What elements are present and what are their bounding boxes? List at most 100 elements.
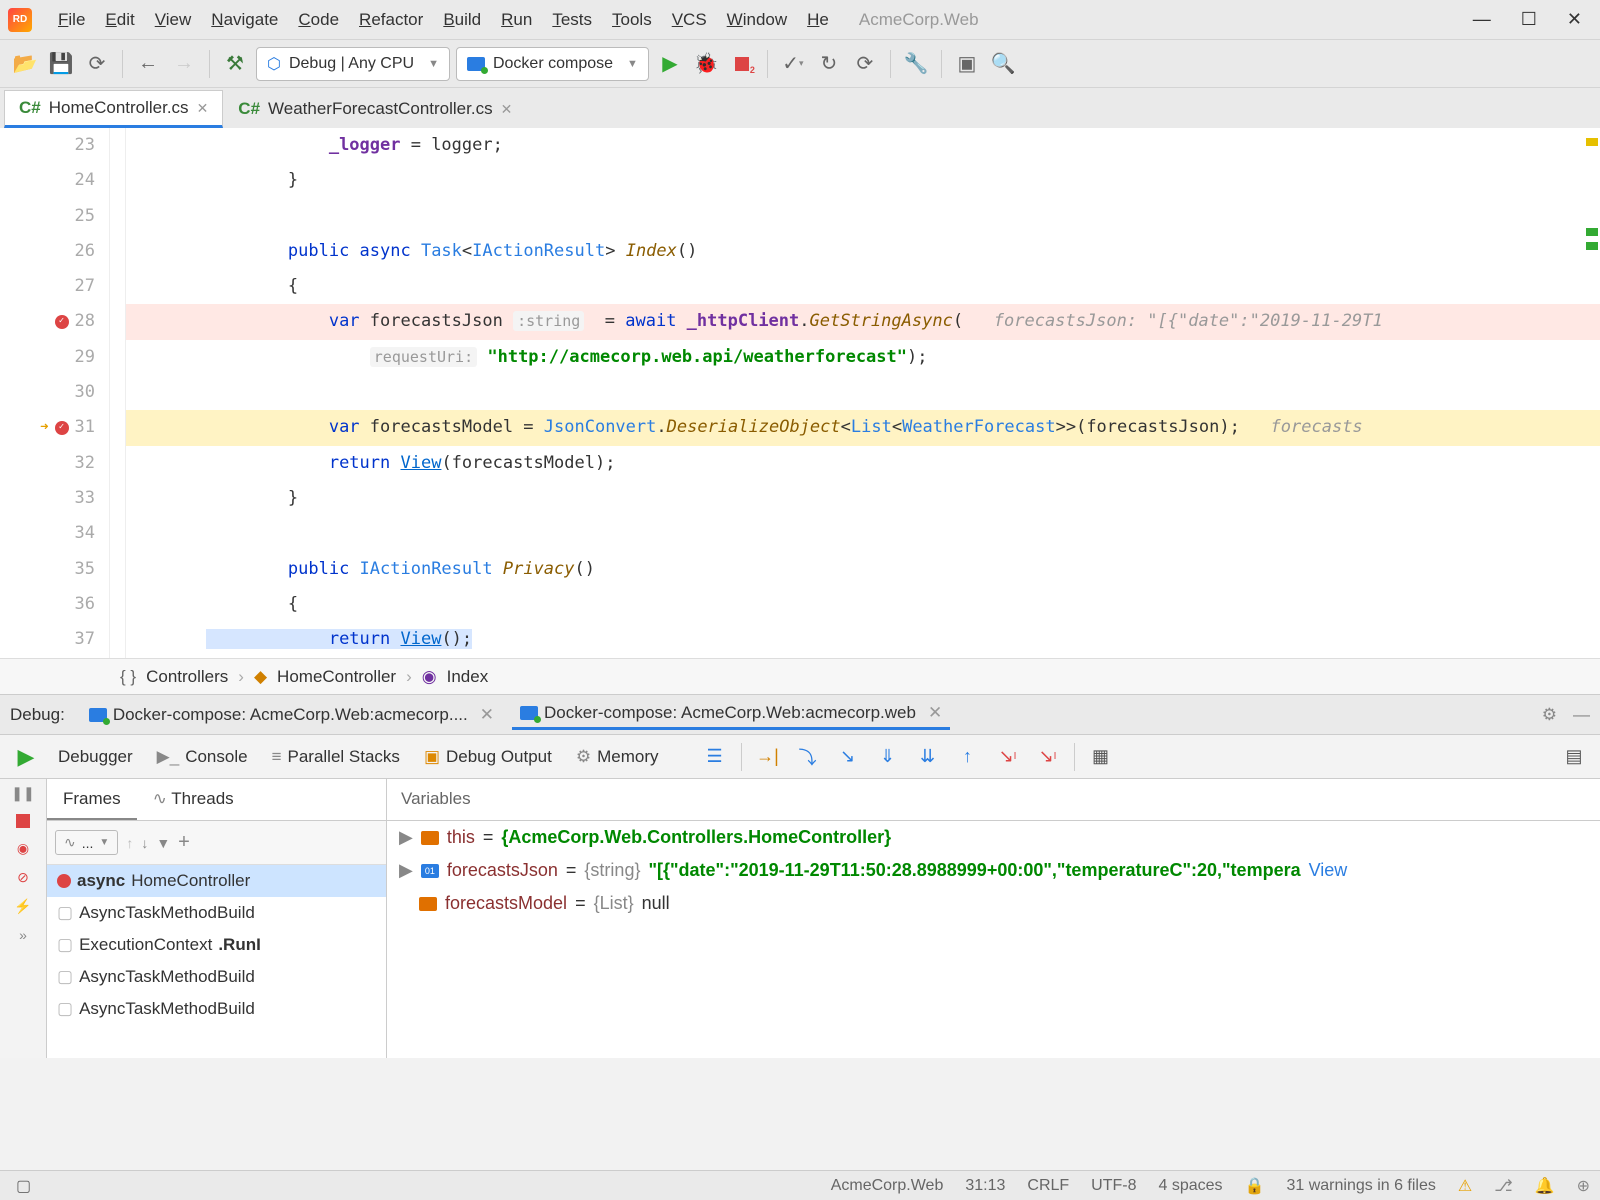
status-warnings[interactable]: 31 warnings in 6 files (1286, 1177, 1435, 1195)
menu-tests[interactable]: Tests (542, 6, 602, 34)
add-icon[interactable]: + (178, 831, 190, 854)
pause-icon[interactable]: ❚❚ (11, 785, 34, 802)
stack-frame[interactable]: async HomeController (47, 865, 386, 897)
menu-navigate[interactable]: Navigate (201, 6, 288, 34)
menu-vcs[interactable]: VCS (662, 6, 717, 34)
step-out-icon[interactable]: ↑ (950, 739, 986, 775)
run-to-cursor-icon[interactable]: ↘I (990, 739, 1026, 775)
open-icon[interactable]: 📂 (10, 49, 40, 79)
close-button[interactable]: ✕ (1567, 9, 1582, 30)
stack-frame[interactable]: ▢ ExecutionContext.RunI (47, 929, 386, 961)
code-editor[interactable]: 2324252627✓282930➜✓31323334353637 _logge… (0, 128, 1600, 658)
debug-session-tab[interactable]: Docker-compose: AcmeCorp.Web:acmecorp.we… (512, 699, 950, 730)
frames-pane: Frames ∿ Threads ∿...▼ ↑ ↓ ▼ + async Hom… (47, 779, 387, 1058)
prev-frame-icon[interactable]: ↑ (126, 835, 133, 851)
menu-run[interactable]: Run (491, 6, 542, 34)
more-icon[interactable]: » (19, 927, 27, 943)
forward-button[interactable]: → (169, 49, 199, 79)
next-frame-icon[interactable]: ↓ (141, 835, 148, 851)
debug-output-tab[interactable]: ▣Debug Output (414, 747, 562, 767)
menu-window[interactable]: Window (717, 6, 797, 34)
variable-row[interactable]: forecastsModel = {List} null (387, 887, 1600, 920)
debug-session-tab[interactable]: Docker-compose: AcmeCorp.Web:acmecorp...… (81, 699, 502, 730)
status-caret[interactable]: 31:13 (965, 1177, 1005, 1195)
menu-edit[interactable]: Edit (95, 6, 144, 34)
stack-frame[interactable]: ▢ AsyncTaskMethodBuild (47, 961, 386, 993)
update-icon[interactable]: ⟳ (850, 49, 880, 79)
menu-file[interactable]: File (48, 6, 95, 34)
target-dropdown[interactable]: Docker compose ▼ (456, 47, 649, 81)
layout-icon[interactable]: ▤ (1556, 739, 1592, 775)
debug-sidebar: ❚❚ ◉ ⊘ ⚡ » (0, 779, 47, 1058)
variables-tab[interactable]: Variables (387, 779, 1600, 821)
variables-pane: Variables ▶this = {AcmeCorp.Web.Controll… (387, 779, 1600, 1058)
resume-button[interactable]: ▶ (8, 739, 44, 775)
stack-frame[interactable]: ▢ AsyncTaskMethodBuild (47, 897, 386, 929)
mute-bp-icon[interactable]: ⊘ (17, 869, 29, 886)
parallel-stacks-tab[interactable]: ≡Parallel Stacks (262, 747, 410, 767)
variable-row[interactable]: ▶this = {AcmeCorp.Web.Controllers.HomeCo… (387, 821, 1600, 854)
close-tab-icon[interactable]: ✕ (501, 101, 513, 118)
zoom-icon[interactable]: ⊕ (1577, 1176, 1590, 1196)
wrench-icon[interactable]: 🔧 (901, 49, 931, 79)
status-encoding[interactable]: UTF-8 (1091, 1177, 1136, 1195)
run-button[interactable]: ▶ (655, 49, 685, 79)
step-over-icon[interactable]: ⤵ (790, 739, 826, 775)
menu-build[interactable]: Build (433, 6, 491, 34)
project-name: AcmeCorp.Web (859, 10, 979, 30)
maximize-button[interactable]: ☐ (1521, 9, 1537, 30)
warning-icon[interactable]: ⚠ (1458, 1176, 1472, 1196)
back-button[interactable]: ← (133, 49, 163, 79)
menu-code[interactable]: Code (288, 6, 349, 34)
smart-step-icon[interactable]: ⇊ (910, 739, 946, 775)
breadcrumb[interactable]: { } Controllers › ◆ HomeController › ◉ I… (0, 658, 1600, 694)
show-execution-icon[interactable]: →| (750, 739, 786, 775)
debug-minimize-icon[interactable]: — (1573, 705, 1590, 725)
sync-icon[interactable]: ↻ (814, 49, 844, 79)
memory-tab[interactable]: ⚙Memory (566, 747, 669, 767)
config-dropdown[interactable]: ⬡ Debug | Any CPU ▼ (256, 47, 450, 81)
main-toolbar: 📂 💾 ⟳ ← → ⚒ ⬡ Debug | Any CPU ▼ Docker c… (0, 40, 1600, 88)
debug-settings-icon[interactable]: ⚙ (1542, 705, 1557, 725)
close-tab-icon[interactable]: ✕ (197, 100, 209, 117)
menu-view[interactable]: View (145, 6, 202, 34)
debug-label: Debug: (10, 705, 65, 725)
menu-refactor[interactable]: Refactor (349, 6, 433, 34)
notif-icon[interactable]: 🔔 (1535, 1176, 1555, 1196)
skip-icon[interactable]: ↘I (1030, 739, 1066, 775)
menu-he[interactable]: He (797, 6, 839, 34)
filter-icon[interactable]: ▼ (156, 835, 170, 851)
editor-tabs: C#HomeController.cs✕C#WeatherForecastCon… (0, 88, 1600, 128)
console-tab[interactable]: ▶_Console (147, 747, 258, 767)
force-icon[interactable]: ⚡ (14, 898, 31, 915)
branch-icon[interactable]: ⎇ (1494, 1176, 1512, 1196)
search-icon[interactable]: 🔍 (988, 49, 1018, 79)
editor-tab[interactable]: C#WeatherForecastController.cs✕ (223, 90, 527, 128)
panel-toggle-icon[interactable]: ▢ (16, 1176, 31, 1196)
variable-row[interactable]: ▶01forecastsJson = {string} "[{"date":"2… (387, 854, 1600, 887)
breakpoints-icon[interactable]: ◉ (17, 840, 29, 857)
refresh-icon[interactable]: ⟳ (82, 49, 112, 79)
stop-button[interactable]: 2 (727, 49, 757, 79)
thread-selector[interactable]: ∿...▼ (55, 830, 118, 855)
minimize-button[interactable]: — (1473, 9, 1491, 30)
layout-icon[interactable]: ▣ (952, 49, 982, 79)
save-icon[interactable]: 💾 (46, 49, 76, 79)
status-indent[interactable]: 4 spaces (1159, 1177, 1223, 1195)
stack-frame[interactable]: ▢ AsyncTaskMethodBuild (47, 993, 386, 1025)
menu-tools[interactable]: Tools (602, 6, 662, 34)
evaluate-icon[interactable]: ▦ (1083, 739, 1119, 775)
settings-icon[interactable]: ☰ (697, 739, 733, 775)
debug-button[interactable]: 🐞 (691, 49, 721, 79)
readonly-icon[interactable]: 🔒 (1245, 1176, 1265, 1196)
editor-tab[interactable]: C#HomeController.cs✕ (4, 90, 223, 128)
threads-tab[interactable]: ∿ Threads (137, 779, 250, 820)
frames-tab[interactable]: Frames (47, 779, 137, 820)
step-into-icon[interactable]: ↘ (830, 739, 866, 775)
force-step-into-icon[interactable]: ⇓ (870, 739, 906, 775)
stop-icon[interactable] (16, 814, 30, 828)
inspect-icon[interactable]: ✓▾ (778, 49, 808, 79)
status-eol[interactable]: CRLF (1027, 1177, 1069, 1195)
hammer-icon[interactable]: ⚒ (220, 49, 250, 79)
debugger-tab[interactable]: Debugger (48, 747, 143, 767)
